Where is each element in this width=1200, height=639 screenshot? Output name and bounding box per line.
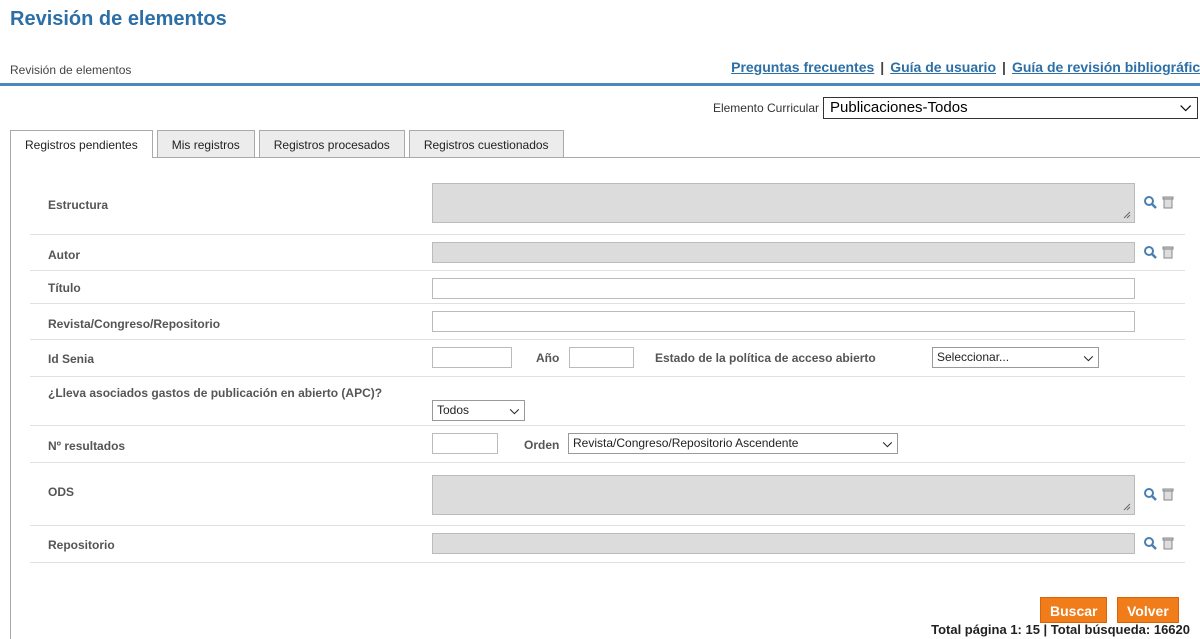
trash-icon[interactable] — [1161, 195, 1175, 209]
row-id-senia: Id Senia Año Estado de la política de ac… — [30, 341, 1185, 377]
chevron-down-icon: ⌵ — [1180, 98, 1191, 114]
curricular-select[interactable]: Publicaciones-Todos ⌵ — [823, 97, 1198, 119]
resize-handle-icon — [1123, 211, 1131, 219]
label-n-resultados: Nº resultados — [48, 439, 126, 453]
search-icon[interactable] — [1143, 195, 1157, 209]
row-ods: ODS — [30, 464, 1185, 526]
ods-actions — [1143, 487, 1175, 501]
row-n-resultados: Nº resultados Orden Revista/Congreso/Rep… — [30, 427, 1185, 463]
subheader: Revisión de elementos Preguntas frecuent… — [0, 52, 1200, 86]
label-titulo: Título — [48, 281, 81, 295]
row-estructura: Estructura — [30, 178, 1185, 235]
link-user-guide[interactable]: Guía de usuario — [890, 59, 996, 75]
id-senia-input[interactable] — [432, 347, 512, 368]
row-apc: ¿Lleva asociados gastos de publicación e… — [30, 378, 1185, 426]
row-revista: Revista/Congreso/Repositorio — [30, 305, 1185, 340]
tab-bar: Registros pendientes Mis registros Regis… — [10, 130, 568, 158]
tab-registros-pendientes[interactable]: Registros pendientes — [10, 130, 153, 158]
label-ods: ODS — [48, 485, 75, 499]
row-autor: Autor — [30, 236, 1185, 271]
label-id-senia: Id Senia — [48, 352, 95, 366]
buscar-button[interactable]: Buscar — [1040, 597, 1108, 623]
tab-mis-registros[interactable]: Mis registros — [156, 130, 255, 157]
label-orden: Orden — [524, 438, 560, 452]
tab-registros-procesados[interactable]: Registros procesados — [258, 130, 405, 157]
trash-icon[interactable] — [1161, 536, 1175, 550]
ods-field[interactable] — [432, 475, 1135, 515]
chevron-down-icon: ⌵ — [509, 403, 519, 417]
label-autor: Autor — [48, 248, 80, 262]
label-apc: ¿Lleva asociados gastos de publicación e… — [48, 386, 383, 400]
trash-icon[interactable] — [1161, 487, 1175, 501]
tab-registros-cuestionados[interactable]: Registros cuestionados — [408, 130, 564, 157]
autor-actions — [1143, 245, 1175, 259]
n-resultados-input[interactable] — [432, 433, 498, 454]
anio-input[interactable] — [569, 347, 634, 368]
curricular-value: Publicaciones-Todos — [830, 99, 968, 116]
titulo-input[interactable] — [432, 278, 1135, 299]
label-estructura: Estructura — [48, 198, 109, 212]
curricular-label: Elemento Curricular — [712, 101, 819, 115]
label-revista: Revista/Congreso/Repositorio — [48, 317, 221, 331]
repositorio-actions — [1143, 536, 1175, 550]
curricular-selector: Elemento Curricular Publicaciones-Todos … — [713, 97, 1198, 119]
link-bibliographic-guide[interactable]: Guía de revisión bibliográfica — [1012, 59, 1200, 75]
volver-button[interactable]: Volver — [1117, 597, 1179, 623]
estructura-actions — [1143, 195, 1175, 209]
estado-politica-select[interactable]: Seleccionar... ⌵ — [932, 347, 1099, 368]
apc-select[interactable]: Todos ⌵ — [432, 400, 525, 421]
search-icon[interactable] — [1143, 487, 1157, 501]
search-icon[interactable] — [1143, 536, 1157, 550]
autor-field[interactable] — [432, 242, 1135, 263]
breadcrumb: Revisión de elementos — [10, 63, 132, 77]
chevron-down-icon: ⌵ — [882, 436, 892, 450]
search-icon[interactable] — [1143, 245, 1157, 259]
chevron-down-icon: ⌵ — [1083, 350, 1093, 364]
estado-politica-value: Seleccionar... — [937, 350, 1010, 364]
link-faq[interactable]: Preguntas frecuentes — [731, 59, 874, 75]
apc-value: Todos — [437, 403, 470, 417]
page-title: Revisión de elementos — [10, 8, 227, 30]
help-links: Preguntas frecuentes | Guía de usuario | Guí… — [731, 59, 1200, 75]
row-repositorio: Repositorio — [30, 527, 1185, 563]
label-repositorio: Repositorio — [48, 538, 115, 552]
revista-input[interactable] — [432, 311, 1135, 332]
label-anio: Año — [536, 351, 560, 365]
resize-handle-icon — [1123, 503, 1131, 511]
repositorio-field[interactable] — [432, 533, 1135, 554]
trash-icon[interactable] — [1161, 245, 1175, 259]
estructura-field[interactable] — [432, 183, 1135, 223]
row-titulo: Título — [30, 272, 1185, 304]
orden-value: Revista/Congreso/Repositorio Ascendente — [573, 436, 799, 450]
totals-summary: Total página 1: 15 | Total búsqueda: 166… — [931, 622, 1190, 637]
orden-select[interactable]: Revista/Congreso/Repositorio Ascendente … — [568, 433, 898, 454]
label-estado-politica: Estado de la política de acceso abierto — [655, 351, 876, 365]
